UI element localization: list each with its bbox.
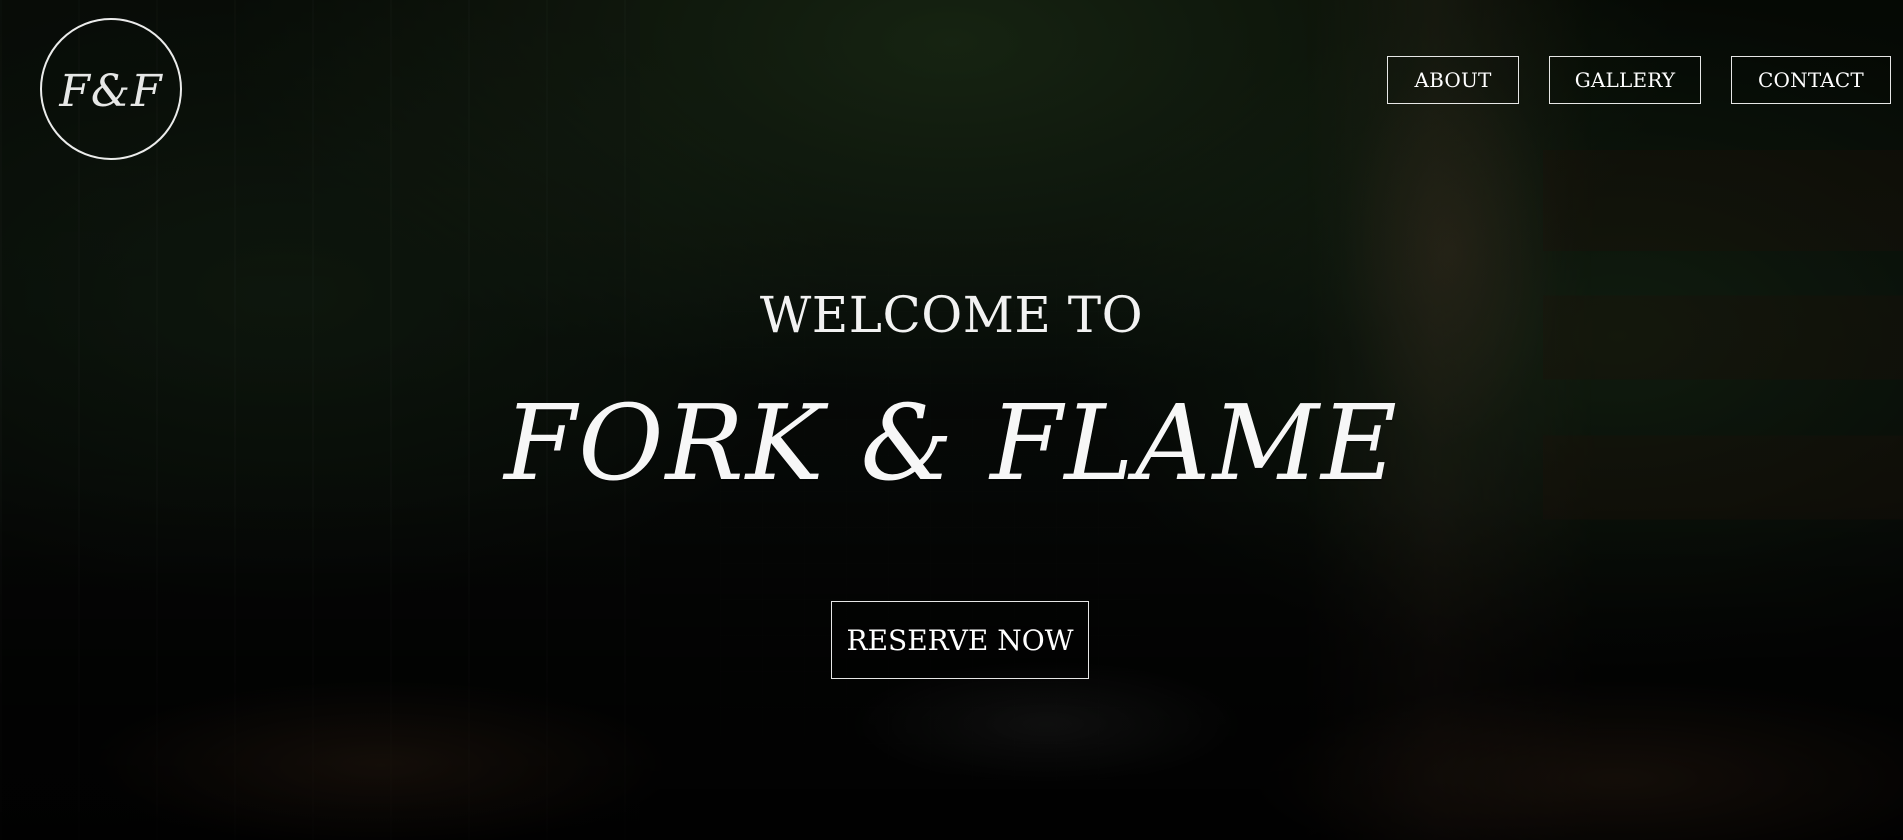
nav-about-link[interactable]: ABOUT bbox=[1387, 56, 1519, 104]
logo-text: F&F bbox=[59, 65, 163, 117]
hero-welcome-text: WELCOME TO bbox=[759, 286, 1144, 344]
nav-contact-link[interactable]: CONTACT bbox=[1731, 56, 1891, 104]
logo[interactable]: F&F bbox=[40, 18, 182, 160]
top-nav: ABOUT GALLERY CONTACT bbox=[1387, 56, 1891, 104]
nav-gallery-link[interactable]: GALLERY bbox=[1549, 56, 1701, 104]
hero-title: FORK & FLAME bbox=[504, 382, 1399, 504]
reserve-now-button[interactable]: RESERVE NOW bbox=[831, 601, 1089, 679]
